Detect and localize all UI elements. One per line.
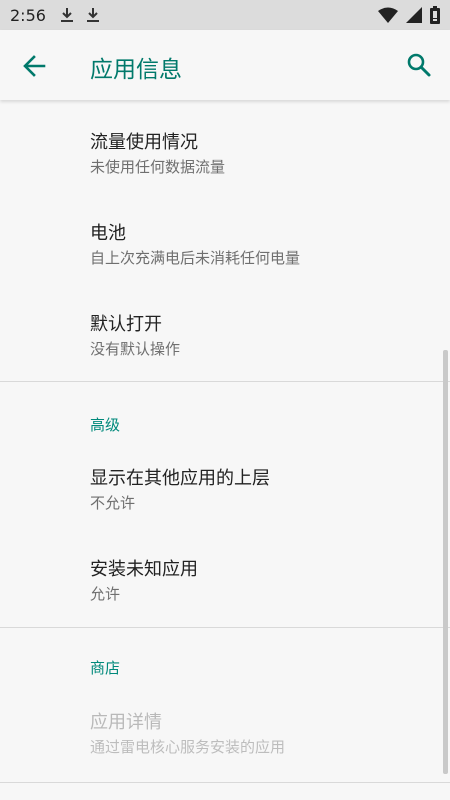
item-title: 流量使用情况 — [90, 132, 198, 153]
list-item-data-usage[interactable]: 流量使用情况 未使用任何数据流量 — [90, 132, 225, 177]
item-subtitle: 允许 — [90, 585, 121, 603]
section-header-advanced: 高级 — [90, 416, 121, 434]
list-item-display-over-apps[interactable]: 显示在其他应用的上层 不允许 — [90, 468, 270, 513]
item-title: 安装未知应用 — [90, 559, 198, 580]
divider — [0, 381, 450, 382]
item-title: 默认打开 — [90, 314, 162, 335]
list-item-open-by-default[interactable]: 默认打开 没有默认操作 — [90, 314, 180, 359]
item-subtitle: 不允许 — [90, 494, 136, 512]
divider — [0, 627, 450, 628]
scrollbar[interactable] — [443, 350, 448, 774]
status-bar: 2:56 — [0, 0, 450, 30]
item-title: 显示在其他应用的上层 — [90, 468, 270, 489]
search-icon[interactable] — [406, 52, 432, 78]
download-icon — [86, 8, 99, 22]
list-item-app-details[interactable]: 应用详情 通过雷电核心服务安装的应用 — [90, 712, 285, 757]
settings-list: 流量使用情况 未使用任何数据流量 电池 自上次充满电后未消耗任何电量 默认打开 … — [0, 100, 450, 800]
battery-icon — [430, 6, 440, 24]
list-item-install-unknown-apps[interactable]: 安装未知应用 允许 — [90, 559, 198, 604]
back-arrow-icon[interactable] — [22, 53, 48, 79]
item-title: 应用详情 — [90, 712, 162, 733]
app-bar: 应用信息 — [0, 30, 450, 100]
signal-icon — [406, 7, 422, 23]
list-item-battery[interactable]: 电池 自上次充满电后未消耗任何电量 — [90, 223, 300, 268]
item-subtitle: 未使用任何数据流量 — [90, 158, 226, 176]
item-title: 电池 — [90, 223, 126, 244]
item-subtitle: 自上次充满电后未消耗任何电量 — [90, 249, 301, 267]
divider — [0, 782, 450, 783]
status-icons — [378, 6, 440, 24]
item-subtitle: 通过雷电核心服务安装的应用 — [90, 738, 286, 756]
item-subtitle: 没有默认操作 — [90, 340, 181, 358]
section-header-store: 商店 — [90, 659, 121, 677]
wifi-icon — [378, 7, 398, 23]
download-icon — [60, 8, 73, 22]
status-time: 2:56 — [10, 5, 46, 25]
page-title: 应用信息 — [90, 57, 182, 83]
